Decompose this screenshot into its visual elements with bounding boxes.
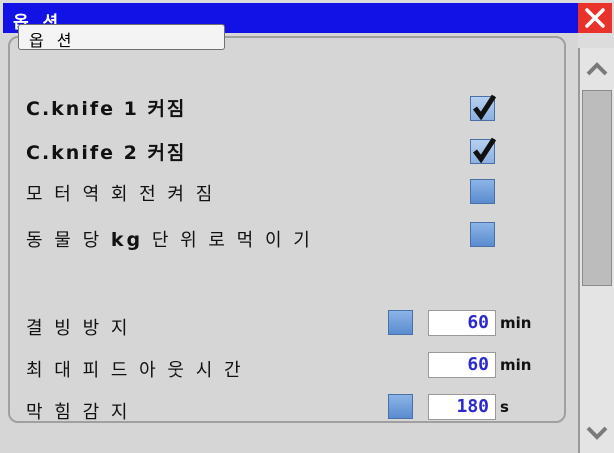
knife1-label: C.knife 1 커짐: [26, 98, 187, 120]
block-value-field[interactable]: 180: [428, 394, 496, 420]
reverse-label: 모 터 역 회 전 켜 짐: [26, 184, 216, 205]
freeze-checkbox[interactable]: [388, 310, 413, 335]
chevron-down-icon: [586, 426, 608, 440]
scroll-thumb[interactable]: [582, 90, 612, 286]
perkg-label: 동 물 당 kg 단 위 로 먹 이 기: [26, 226, 313, 252]
block-label: 막 힘 감 지: [26, 402, 131, 423]
reverse-checkbox[interactable]: [470, 179, 495, 204]
perkg-label-post: 단 위 로 먹 이 기: [143, 230, 313, 251]
freeze-unit: min: [500, 314, 532, 332]
knife1-checkbox[interactable]: [470, 94, 497, 121]
chevron-up-icon: [586, 62, 608, 76]
checkmark-icon: [473, 137, 497, 164]
block-checkbox[interactable]: [388, 394, 413, 419]
perkg-label-pre: 동 물 당: [26, 230, 111, 251]
knife2-label: C.knife 2 커짐: [26, 142, 187, 164]
maxfeed-value-field[interactable]: 60: [428, 352, 496, 378]
knife2-checkbox[interactable]: [470, 137, 497, 164]
maxfeed-label: 최 대 피 드 아 웃 시 간: [26, 360, 244, 381]
group-title: 옵 션: [29, 31, 76, 50]
freeze-value-field[interactable]: 60: [428, 310, 496, 336]
perkg-checkbox[interactable]: [470, 222, 495, 247]
close-button[interactable]: [578, 3, 612, 33]
block-unit: s: [500, 398, 509, 416]
freeze-label: 결 빙 방 지: [26, 318, 131, 339]
close-icon: [585, 8, 605, 28]
maxfeed-unit: min: [500, 356, 532, 374]
checkmark-icon: [473, 94, 497, 121]
options-group-tab: 옵 션: [18, 24, 225, 50]
perkg-label-kg: kg: [110, 229, 144, 251]
scroll-down-button[interactable]: [580, 413, 614, 453]
vertical-scrollbar[interactable]: [578, 48, 614, 453]
scroll-up-button[interactable]: [580, 48, 614, 90]
